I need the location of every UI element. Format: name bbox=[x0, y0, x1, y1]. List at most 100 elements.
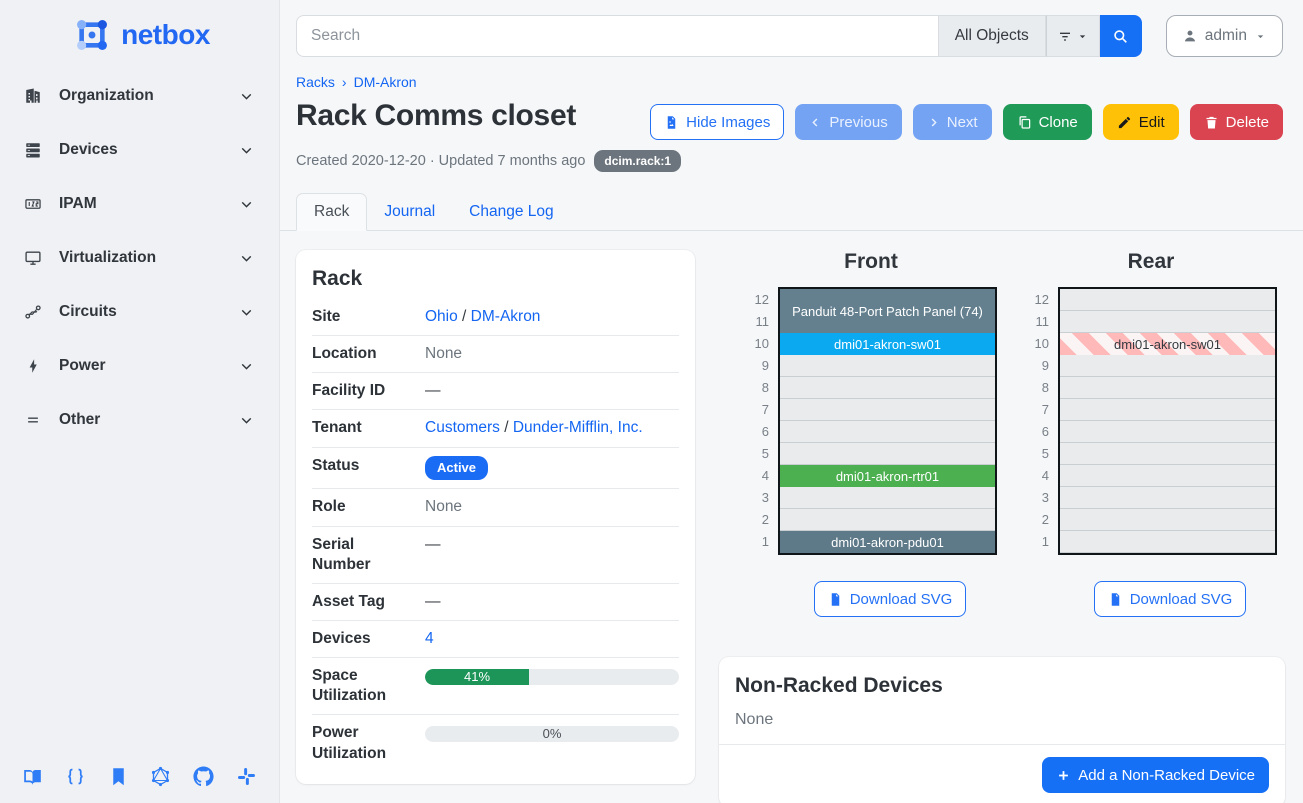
link-customers[interactable]: Customers bbox=[425, 419, 500, 436]
unit-number: 6 bbox=[1025, 421, 1049, 443]
breadcrumb: Racks›DM-Akron bbox=[280, 57, 1303, 90]
non-racked-footer: Add a Non-Racked Device bbox=[719, 744, 1285, 795]
progress-fill: 41% bbox=[425, 669, 529, 685]
empty-unit-slot[interactable] bbox=[780, 355, 995, 377]
empty-unit-slot[interactable] bbox=[1060, 377, 1275, 399]
download-svg-label: Download SVG bbox=[850, 591, 953, 608]
breadcrumb-link-racks[interactable]: Racks bbox=[296, 74, 335, 90]
field-value: — bbox=[407, 381, 679, 401]
empty-unit-slot[interactable] bbox=[1060, 443, 1275, 465]
empty-unit-slot[interactable] bbox=[780, 377, 995, 399]
empty-unit-slot[interactable] bbox=[1060, 465, 1275, 487]
field-value: None bbox=[407, 344, 679, 364]
link-dunder-mifflin-inc[interactable]: Dunder-Mifflin, Inc. bbox=[513, 419, 643, 436]
counter-icon bbox=[24, 195, 46, 213]
download-svg-label: Download SVG bbox=[1130, 591, 1233, 608]
progress-bar-space-utilization: 41% bbox=[425, 669, 679, 685]
link-dm-akron[interactable]: DM-Akron bbox=[471, 308, 541, 325]
search-input[interactable] bbox=[296, 15, 938, 57]
empty-unit-slot[interactable] bbox=[1060, 531, 1275, 553]
main-area: All Objects admin Racks›DM-Akron Rack Co… bbox=[280, 0, 1303, 803]
sidebar-item-devices[interactable]: Devices bbox=[14, 132, 265, 168]
delete-label: Delete bbox=[1226, 114, 1269, 131]
edit-button[interactable]: Edit bbox=[1103, 104, 1179, 140]
field-label: Location bbox=[312, 344, 407, 364]
braces-icon[interactable] bbox=[65, 766, 86, 787]
tab-rack[interactable]: Rack bbox=[296, 193, 367, 231]
previous-button[interactable]: Previous bbox=[795, 104, 901, 140]
elevation-title: Front bbox=[745, 250, 997, 274]
rack-device-dmi01-akron-sw01[interactable]: dmi01-akron-sw01 bbox=[1060, 333, 1275, 355]
rack-info-row-facility-id: Facility ID— bbox=[312, 373, 679, 410]
sidebar-item-organization[interactable]: Organization bbox=[14, 78, 265, 114]
rack-info-row-asset-tag: Asset Tag— bbox=[312, 584, 679, 621]
rack-device-dmi01-akron-pdu01[interactable]: dmi01-akron-pdu01 bbox=[780, 531, 995, 553]
search-scope-select[interactable]: All Objects bbox=[938, 15, 1046, 57]
add-non-racked-device-button[interactable]: Add a Non-Racked Device bbox=[1042, 757, 1269, 793]
graphql-icon[interactable] bbox=[150, 766, 171, 787]
field-label: Space Utilization bbox=[312, 666, 407, 706]
sidebar-item-other[interactable]: Other bbox=[14, 402, 265, 438]
github-icon[interactable] bbox=[193, 766, 214, 787]
field-label: Power Utilization bbox=[312, 723, 407, 763]
empty-unit-slot[interactable] bbox=[1060, 421, 1275, 443]
tab-bar: RackJournalChange Log bbox=[280, 193, 1303, 231]
rack-elevation: 121110987654321 dmi01-akron-sw01 bbox=[1025, 287, 1277, 555]
delete-button[interactable]: Delete bbox=[1190, 104, 1283, 140]
empty-unit-slot[interactable] bbox=[1060, 289, 1275, 311]
person-icon bbox=[1182, 28, 1198, 44]
sidebar-item-power[interactable]: Power bbox=[14, 348, 265, 384]
building-icon bbox=[24, 87, 46, 105]
rack-device-dmi01-akron-rtr01[interactable]: dmi01-akron-rtr01 bbox=[780, 465, 995, 487]
sidebar-item-label: Other bbox=[59, 411, 238, 429]
user-menu-button[interactable]: admin bbox=[1166, 15, 1283, 57]
empty-unit-slot[interactable] bbox=[1060, 311, 1275, 333]
empty-unit-slot[interactable] bbox=[1060, 355, 1275, 377]
right-column: Front 121110987654321 Panduit 48-Port Patc… bbox=[719, 250, 1285, 803]
next-button[interactable]: Next bbox=[913, 104, 992, 140]
search-button[interactable] bbox=[1100, 15, 1142, 57]
download-svg-button[interactable]: Download SVG bbox=[1094, 581, 1247, 617]
field-label: Asset Tag bbox=[312, 592, 407, 612]
rack-device-dmi01-akron-sw01[interactable]: dmi01-akron-sw01 bbox=[780, 333, 995, 355]
unit-number: 6 bbox=[745, 421, 769, 443]
unit-numbers: 121110987654321 bbox=[1025, 287, 1049, 555]
empty-unit-slot[interactable] bbox=[780, 399, 995, 421]
elevation-title: Rear bbox=[1025, 250, 1277, 274]
non-racked-devices-panel: Non-Racked Devices None Add a Non-Racked… bbox=[719, 657, 1285, 803]
hide-images-button[interactable]: Hide Images bbox=[650, 104, 784, 140]
download-wrap: Download SVG bbox=[778, 581, 1002, 617]
empty-unit-slot[interactable] bbox=[780, 421, 995, 443]
sidebar-item-circuits[interactable]: Circuits bbox=[14, 294, 265, 330]
book-icon[interactable] bbox=[22, 766, 43, 787]
next-label: Next bbox=[947, 114, 978, 131]
download-svg-button[interactable]: Download SVG bbox=[814, 581, 967, 617]
link-devices[interactable]: 4 bbox=[425, 630, 434, 647]
tab-journal[interactable]: Journal bbox=[367, 194, 452, 230]
breadcrumb-link-dm-akron[interactable]: DM-Akron bbox=[354, 74, 417, 90]
field-label: Status bbox=[312, 456, 407, 476]
empty-unit-slot[interactable] bbox=[780, 487, 995, 509]
search-filter-button[interactable] bbox=[1046, 15, 1100, 57]
empty-unit-slot[interactable] bbox=[1060, 487, 1275, 509]
chevron-left-icon bbox=[809, 116, 822, 129]
clone-button[interactable]: Clone bbox=[1003, 104, 1092, 140]
empty-unit-slot[interactable] bbox=[1060, 509, 1275, 531]
non-racked-empty-text: None bbox=[735, 711, 1269, 729]
sidebar-item-virtualization[interactable]: Virtualization bbox=[14, 240, 265, 276]
rack-box: Panduit 48-Port Patch Panel (74)dmi01-ak… bbox=[778, 287, 997, 555]
empty-unit-slot[interactable] bbox=[1060, 399, 1275, 421]
tab-change-log[interactable]: Change Log bbox=[452, 194, 570, 230]
netbox-logo[interactable]: netbox bbox=[0, 12, 279, 58]
sidebar-item-ipam[interactable]: IPAM bbox=[14, 186, 265, 222]
caret-down-icon bbox=[1254, 30, 1267, 43]
slack-icon[interactable] bbox=[236, 766, 257, 787]
unit-number: 4 bbox=[745, 465, 769, 487]
rack-device-panduit-48-port-patch-panel-74[interactable]: Panduit 48-Port Patch Panel (74) bbox=[780, 289, 995, 333]
sidebar: netbox Organization Devices IPAM Virtualiza… bbox=[0, 0, 280, 803]
hide-images-label: Hide Images bbox=[686, 114, 770, 131]
empty-unit-slot[interactable] bbox=[780, 443, 995, 465]
link-ohio[interactable]: Ohio bbox=[425, 308, 458, 325]
bookmark-icon[interactable] bbox=[108, 766, 129, 787]
empty-unit-slot[interactable] bbox=[780, 509, 995, 531]
